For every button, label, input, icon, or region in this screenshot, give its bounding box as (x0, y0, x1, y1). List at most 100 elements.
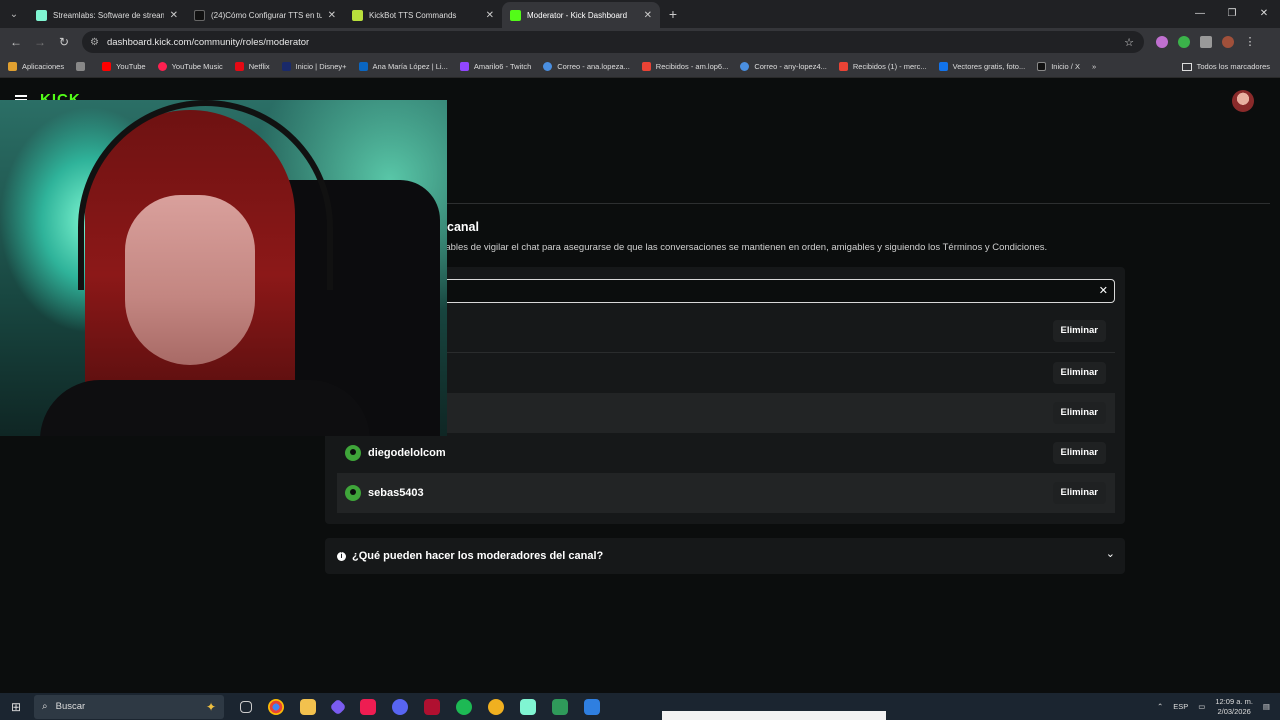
bookmark-star-icon[interactable]: ☆ (1124, 36, 1134, 49)
bookmark-aplicaciones[interactable]: Aplicaciones (8, 62, 64, 71)
chat-app-icon[interactable] (584, 698, 600, 715)
moderator-avatar (345, 445, 361, 461)
bookmark-netflix[interactable]: Netflix (234, 62, 270, 71)
restore-icon[interactable]: ❐ (1216, 0, 1248, 28)
task-view-icon[interactable] (240, 700, 252, 713)
clear-search-icon[interactable]: ✕ (1099, 284, 1108, 297)
reload-icon[interactable]: ↻ (52, 35, 76, 49)
tab-title: (24)Cómo Configurar TTS en tu (211, 10, 322, 20)
taskbar-search[interactable]: ⌕ Buscar ✦ (34, 694, 224, 719)
youtube-icon (102, 62, 112, 71)
clock[interactable]: 12:09 a. m. 2/03/2026 (1215, 697, 1253, 717)
discord-icon[interactable] (392, 698, 408, 715)
streamlabs-icon[interactable] (520, 698, 536, 715)
notifications-icon[interactable]: ▤ (1263, 702, 1270, 711)
bookmark-correo-1[interactable]: Correo - ana.lopeza... (543, 62, 630, 71)
chevron-up-icon[interactable]: ⌃ (1157, 702, 1163, 711)
moderator-row: Eliminar (337, 353, 1115, 393)
close-tab-icon[interactable]: ✕ (486, 10, 494, 21)
webcam-overlay (0, 100, 447, 436)
linkedin-icon (358, 62, 368, 71)
shield-icon[interactable] (1178, 36, 1190, 48)
bookmark-x[interactable]: Inicio / X (1037, 62, 1080, 71)
bookmark-gmail-1[interactable]: Recibidos - am.lop6... (641, 62, 728, 71)
remove-moderator-button[interactable]: Eliminar (1052, 320, 1106, 342)
browser-tab-streamlabs[interactable]: Streamlabs: Software de streaming ✕ (28, 2, 186, 28)
profile-icon[interactable] (1222, 36, 1234, 48)
language-indicator[interactable]: ESP (1173, 702, 1188, 711)
chrome-icon[interactable] (268, 698, 284, 715)
tiktok-icon (194, 9, 205, 21)
bookmark-youtube-music[interactable]: YouTube Music (157, 62, 223, 71)
back-icon[interactable]: ← (4, 35, 28, 49)
moderator-row: Eliminar (337, 393, 1115, 433)
youtube-music-icon (157, 62, 167, 71)
close-tab-icon[interactable]: ✕ (328, 10, 336, 21)
close-tab-icon[interactable]: ✕ (170, 10, 178, 21)
person-shirt (40, 380, 370, 436)
bookmark-youtube[interactable]: YouTube (102, 62, 146, 71)
notification-preview (662, 711, 886, 720)
remove-moderator-button[interactable]: Eliminar (1052, 362, 1106, 384)
extension-icon[interactable] (1156, 36, 1168, 48)
site-info-icon[interactable]: ⚙ (90, 37, 99, 48)
tiktok-icon[interactable] (360, 698, 376, 715)
bookmark-freepik[interactable]: Vectores gratis, foto... (938, 62, 1025, 71)
mail-icon (543, 62, 553, 71)
browser-tab-tiktok[interactable]: (24)Cómo Configurar TTS en tu ✕ (186, 2, 344, 28)
arrow-app-icon[interactable] (329, 698, 347, 715)
bookmark-correo-2[interactable]: Correo - any-lopez4... (740, 62, 827, 71)
apps-icon (8, 62, 17, 71)
header-divider (325, 203, 1270, 204)
bookmark-gmail-2[interactable]: Recibidos (1) - merc... (838, 62, 927, 71)
gamepad-icon[interactable] (552, 698, 568, 715)
netflix-icon (234, 62, 244, 71)
time-text: 12:09 a. m. (1215, 696, 1253, 706)
windows-start-icon[interactable]: ⊞ (0, 700, 32, 714)
mail-icon (740, 62, 750, 71)
bookmark-grid[interactable] (76, 62, 90, 71)
window-controls: — ❐ ✕ (1184, 0, 1280, 28)
browser-tab-kick-dashboard[interactable]: Moderator - Kick Dashboard ✕ (502, 2, 660, 28)
browser-tab-kickbot[interactable]: KickBot TTS Commands ✕ (344, 2, 502, 28)
user-avatar[interactable] (1232, 90, 1254, 112)
new-tab-button[interactable]: + (660, 6, 686, 22)
kickbot-icon (352, 9, 363, 21)
copilot-sparkle-icon: ✦ (205, 699, 216, 714)
bookmark-linkedin[interactable]: Ana María López | Li... (358, 62, 448, 71)
file-explorer-icon[interactable] (300, 698, 316, 715)
network-icon[interactable]: ▭ (1198, 702, 1205, 711)
bookmarks-overflow[interactable]: » (1092, 62, 1096, 71)
remove-moderator-button[interactable]: Eliminar (1052, 482, 1106, 504)
forward-icon[interactable]: → (28, 35, 52, 49)
url-text: dashboard.kick.com/community/roles/moder… (106, 36, 310, 48)
section-description: onsables de vigilar el chat para asegura… (430, 242, 1048, 253)
moderator-faq-accordion[interactable]: i ¿Qué pueden hacer los moderadores del … (325, 538, 1125, 574)
chevron-double-right-icon: » (1091, 62, 1097, 71)
all-bookmarks-folder[interactable]: Todos los marcadores (1181, 62, 1270, 71)
system-tray: ⌃ ESP ▭ 12:09 a. m. 2/03/2026 ▤ (1157, 693, 1270, 720)
address-bar[interactable]: ⚙ dashboard.kick.com/community/roles/mod… (82, 31, 1144, 53)
moderator-search-input[interactable]: ✕ (330, 279, 1115, 303)
gmail-icon (838, 62, 848, 71)
moderator-row: sebas5403 Eliminar (337, 473, 1115, 513)
tab-search-button[interactable]: ⌄ (0, 0, 28, 28)
menu-dots-icon[interactable]: ⋮ (1244, 36, 1256, 48)
close-window-icon[interactable]: ✕ (1248, 0, 1280, 28)
moderator-row: diegodelolcom Eliminar (337, 433, 1115, 473)
close-tab-icon[interactable]: ✕ (644, 10, 652, 21)
remove-moderator-button[interactable]: Eliminar (1052, 442, 1106, 464)
bookmark-disney[interactable]: Inicio | Disney+ (281, 62, 347, 71)
puzzle-icon[interactable] (1200, 36, 1212, 48)
coin-app-icon[interactable] (488, 698, 504, 715)
spotify-icon[interactable] (456, 698, 472, 715)
tab-title: Streamlabs: Software de streaming (53, 10, 164, 20)
tab-title: KickBot TTS Commands (369, 10, 457, 20)
minimize-icon[interactable]: — (1184, 0, 1216, 28)
streamlabs-icon (36, 9, 47, 21)
tf-app-icon[interactable] (424, 698, 440, 715)
bookmark-twitch[interactable]: Amarilo6 - Twitch (459, 62, 531, 71)
extensions-area: ⋮ (1156, 36, 1256, 48)
remove-moderator-button[interactable]: Eliminar (1052, 402, 1106, 424)
headset-shape (78, 100, 333, 290)
